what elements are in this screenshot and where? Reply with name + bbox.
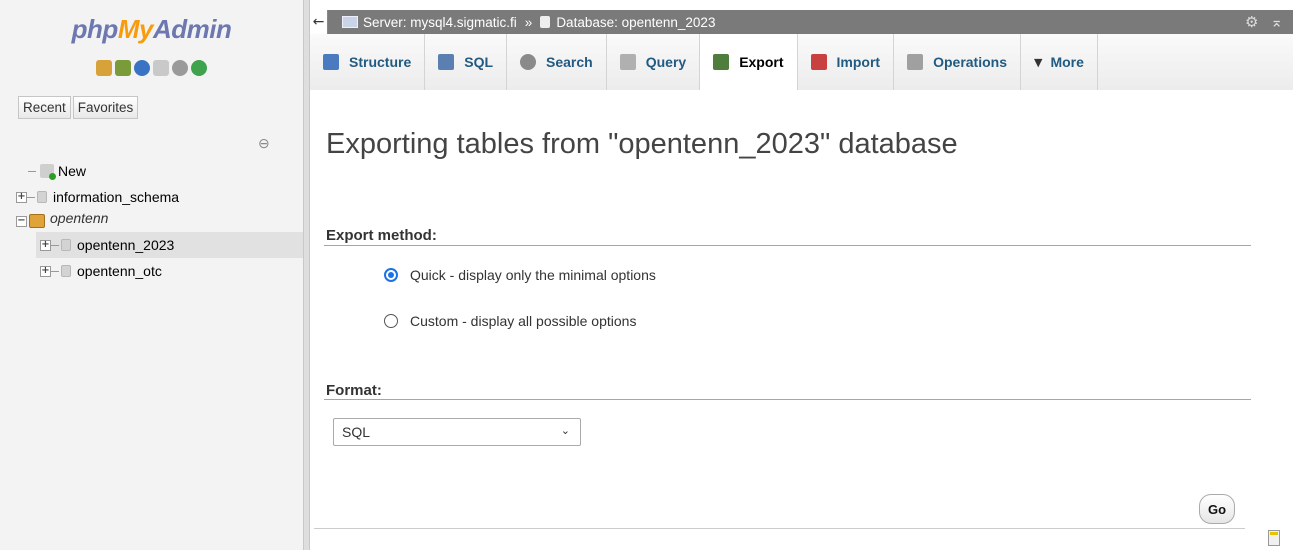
console-icon[interactable] (1268, 530, 1280, 546)
wrench-icon (907, 54, 924, 70)
tree-item-label: opentenn_2023 (77, 237, 175, 253)
breadcrumb-database[interactable]: Database: opentenn_2023 (540, 15, 715, 30)
export-icon (713, 54, 730, 70)
tab-search[interactable]: Search (507, 34, 607, 90)
tree-item-opentenn-otc[interactable]: + opentenn_otc (0, 258, 303, 284)
home-icon[interactable] (96, 60, 112, 76)
navigation-resizer[interactable] (303, 0, 310, 550)
tab-sql[interactable]: SQL (425, 34, 508, 90)
recent-tab[interactable]: Recent (18, 96, 71, 119)
tree-item-opentenn-group[interactable]: − opentenn (0, 210, 303, 232)
database-icon (61, 265, 71, 277)
go-button[interactable]: Go (1199, 494, 1235, 524)
collapse-nav-icon[interactable]: ← (310, 10, 328, 34)
docs-icon[interactable] (153, 60, 169, 76)
custom-export-option[interactable]: Custom - display all possible options (384, 313, 636, 329)
divider (324, 245, 1251, 246)
database-group-icon (29, 214, 45, 228)
main-content: Exporting tables from "opentenn_2023" da… (310, 90, 1293, 550)
chevron-down-icon: ⌄ (560, 424, 570, 437)
database-icon (61, 239, 71, 251)
tree-item-label: information_schema (53, 189, 180, 205)
export-method-label: Export method: (326, 227, 437, 244)
tab-operations[interactable]: Operations (894, 34, 1021, 90)
link-icon[interactable]: ⊖ (258, 135, 270, 152)
format-select[interactable]: SQL ⌄ (333, 418, 581, 446)
tree-branch (51, 244, 59, 246)
logout-icon[interactable] (115, 60, 131, 76)
settings-icon[interactable] (172, 60, 188, 76)
server-icon (342, 16, 358, 28)
tree-branch (28, 170, 36, 172)
search-icon (520, 54, 537, 70)
tab-query[interactable]: Query (607, 34, 701, 90)
page-title: Exporting tables from "opentenn_2023" da… (326, 128, 958, 160)
divider (314, 528, 1245, 529)
settings-icon[interactable]: ⚙ (1245, 13, 1258, 31)
tree-item-label: opentenn_otc (77, 263, 162, 279)
scroll-top-icon[interactable]: ⌅ (1270, 13, 1283, 31)
phpmyadmin-logo[interactable]: phpMyAdmin (0, 14, 303, 45)
tab-import[interactable]: Import (798, 34, 895, 90)
quick-export-option[interactable]: Quick - display only the minimal options (384, 267, 656, 283)
tab-more[interactable]: ▼ More (1021, 34, 1098, 90)
favorites-tab[interactable]: Favorites (72, 96, 139, 119)
tree-item-opentenn-2023[interactable]: + opentenn_2023 (36, 232, 303, 258)
tree-item-new[interactable]: New (0, 158, 303, 184)
help-icon[interactable] (134, 60, 150, 76)
navigation-panel: phpMyAdmin Recent Favorites ⊖ New + info… (0, 0, 303, 550)
tree-item-information-schema[interactable]: + information_schema (0, 184, 303, 210)
format-label: Format: (326, 382, 382, 399)
expand-icon[interactable]: + (40, 239, 51, 251)
collapse-icon[interactable]: − (16, 216, 27, 227)
breadcrumb-separator: » (524, 14, 533, 30)
custom-option-label: Custom - display all possible options (410, 313, 637, 329)
query-icon (619, 54, 636, 70)
tree-branch (27, 196, 35, 198)
database-icon (37, 191, 47, 203)
expand-icon[interactable]: + (16, 191, 27, 203)
tree-item-label: New (58, 163, 87, 179)
sql-icon (438, 54, 455, 70)
database-tree: New + information_schema − opentenn + op… (0, 158, 303, 284)
format-select-value: SQL (342, 424, 371, 440)
tab-structure[interactable]: Structure (310, 34, 426, 90)
breadcrumb-server[interactable]: Server: mysql4.sigmatic.fi (342, 15, 517, 30)
quick-radio[interactable] (384, 268, 398, 282)
import-icon (810, 54, 827, 70)
tab-bar: Structure SQL Search Query Export Import… (310, 34, 1293, 90)
expand-icon[interactable]: + (40, 265, 51, 277)
quick-icons (0, 60, 303, 76)
breadcrumb-bar: ← Server: mysql4.sigmatic.fi » Database:… (310, 10, 1293, 34)
quick-option-label: Quick - display only the minimal options (410, 267, 656, 283)
custom-radio[interactable] (384, 314, 398, 328)
new-database-icon (40, 164, 56, 180)
caret-down-icon: ▼ (1034, 55, 1043, 69)
nav-tabs: Recent Favorites (18, 96, 139, 119)
tree-branch (51, 270, 59, 272)
tree-item-label: opentenn (50, 210, 109, 226)
structure-icon (323, 54, 339, 70)
reload-icon[interactable] (191, 60, 207, 76)
divider (324, 399, 1251, 400)
database-icon (540, 16, 551, 28)
topbar-actions: ⚙ ⌅ (1245, 13, 1283, 31)
tab-export[interactable]: Export (700, 34, 798, 90)
